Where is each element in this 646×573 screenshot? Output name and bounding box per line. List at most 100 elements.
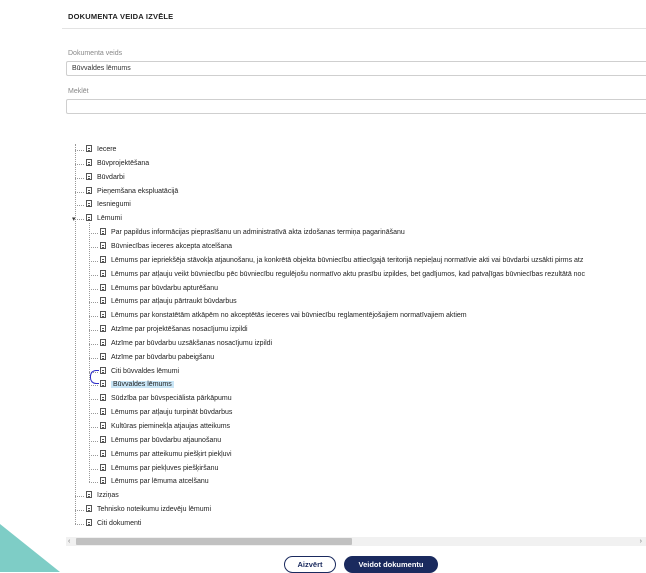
document-icon — [86, 518, 92, 526]
document-icon — [100, 394, 106, 402]
tree-connector — [89, 260, 98, 262]
tree-connector — [89, 427, 98, 428]
tree-node-label: Atzīme par būvdarbu uzsākšanas nosacījum… — [111, 339, 273, 347]
tree-node-child[interactable]: Lēmums par atļauju pārtraukt būvdarbus — [100, 296, 237, 308]
tree-connector — [75, 205, 84, 207]
tree-node-selected[interactable]: Būvvaldes lēmums — [100, 379, 174, 391]
doc-type-select[interactable]: Būvvaldes lēmums — [66, 61, 646, 76]
document-icon — [100, 311, 106, 319]
tree-node-label: Par papildus informācijas pieprasīšanu u… — [111, 229, 405, 237]
document-icon — [86, 172, 92, 180]
tree-connector — [75, 163, 84, 165]
tree-node-label: Pieņemšana ekspluatācijā — [97, 187, 179, 195]
scroll-thumb[interactable] — [76, 538, 352, 545]
tree-node-child[interactable]: Lēmums par būvdarbu apturēšanu — [100, 283, 218, 295]
scroll-left-icon[interactable]: ‹ — [68, 537, 70, 546]
tree-connector — [89, 454, 98, 456]
tree-node-child[interactable]: Lēmums par konstatētām atkāpēm no akcept… — [100, 310, 467, 322]
tree-node-child[interactable]: Atzīme par būvdarbu pabeigšanu — [100, 352, 214, 364]
document-icon — [100, 449, 106, 457]
tree-connector — [89, 343, 98, 345]
tree-node-label: Būvniecības ieceres akcepta atcelšana — [111, 242, 233, 250]
tree-node-label: Citi būvvaldes lēmumi — [111, 367, 180, 375]
scroll-right-icon[interactable]: › — [640, 537, 642, 546]
horizontal-scrollbar[interactable]: ‹ › — [66, 537, 646, 546]
document-icon — [86, 505, 92, 513]
document-icon — [86, 491, 92, 499]
tree-connector — [75, 496, 84, 498]
tree-node-child[interactable]: Lēmums par atļauju turpināt būvdarbus — [100, 407, 232, 419]
tree-node-label: Atzīme par projektēšanas nosacījumu izpi… — [111, 326, 248, 334]
document-icon — [100, 241, 106, 249]
tree-node-child[interactable]: Lēmums par iepriekšēja stāvokļa atjaunoš… — [100, 255, 583, 267]
tree-node-lemumi[interactable]: Lēmumi — [86, 213, 122, 225]
selection-marker — [90, 370, 99, 384]
tree-connector — [89, 246, 98, 248]
tree-node-child[interactable]: Atzīme par projektēšanas nosacījumu izpi… — [100, 324, 248, 336]
tree-node-child[interactable]: Lēmums par lēmuma atcelšanu — [100, 476, 209, 488]
tree-node-child[interactable]: Atzīme par būvdarbu uzsākšanas nosacījum… — [100, 338, 272, 350]
document-icon — [100, 380, 106, 388]
tree-node-child[interactable]: Būvniecības ieceres akcepta atcelšana — [100, 241, 232, 253]
tree-node-top[interactable]: Iecere — [86, 144, 116, 156]
tree-node-label: Lēmums par atļauju turpināt būvdarbus — [111, 409, 233, 417]
document-icon — [100, 297, 106, 305]
tree-node-label: Lēmums par piekļuves piešķiršanu — [111, 464, 219, 472]
tree-node-top[interactable]: Būvprojektēšana — [86, 158, 149, 170]
tree-connector — [89, 302, 98, 304]
document-icon — [86, 145, 92, 152]
tree-connector — [75, 523, 84, 525]
tree-guide-line — [89, 223, 90, 483]
search-input[interactable] — [66, 99, 646, 114]
search-label: Meklēt — [68, 88, 89, 95]
doc-type-label: Dokumenta veids — [68, 50, 123, 57]
tree-node-child[interactable]: Kultūras pieminekļa atjaujas atteikums — [100, 421, 230, 433]
tree-node-top[interactable]: Pieņemšana ekspluatācijā — [86, 186, 178, 198]
document-icon — [100, 463, 106, 471]
tree-node-child[interactable]: Par papildus informācijas pieprasīšanu u… — [100, 227, 405, 239]
document-icon — [86, 158, 92, 166]
tree-connector — [89, 440, 98, 442]
document-icon — [100, 338, 106, 346]
tree-node-child[interactable]: Lēmums par atļauju veikt būvniecību pēc … — [100, 269, 585, 281]
document-icon — [100, 422, 106, 429]
tree-node-top[interactable]: Iesniegumi — [86, 199, 131, 211]
tree-node-child[interactable]: Citi būvvaldes lēmumi — [100, 366, 179, 378]
tree-node-label: Lēmums par iepriekšēja stāvokļa atjaunoš… — [111, 256, 584, 264]
document-icon — [100, 477, 106, 485]
tree-node-child[interactable]: Sūdzība par būvspeciālista pārkāpumu — [100, 393, 232, 405]
tree-node-label: Lēmums par konstatētām atkāpēm no akcept… — [111, 312, 467, 320]
tree-node-label: Citi dokumenti — [97, 519, 142, 527]
document-icon — [86, 186, 92, 194]
tree-connector — [89, 274, 98, 276]
tree-node-top[interactable]: Tehnisko noteikumu izdevēju lēmumi — [86, 504, 211, 516]
document-icon — [100, 269, 106, 277]
corner-decoration — [0, 524, 60, 572]
document-icon — [86, 200, 92, 208]
tree-connector — [75, 510, 84, 512]
tree-node-label: Izziņas — [97, 492, 119, 500]
tree-node-top[interactable]: Būvdarbi — [86, 172, 125, 184]
tree-node-child[interactable]: Lēmums par atteikumu piešķirt piekļuvi — [100, 449, 232, 461]
document-icon — [100, 366, 106, 374]
tree-connector — [89, 385, 98, 387]
tree-node-top[interactable]: Izziņas — [86, 490, 119, 502]
document-icon — [100, 408, 106, 416]
tree-node-top[interactable]: Citi dokumenti — [86, 518, 141, 530]
document-icon — [100, 325, 106, 333]
tree-connector — [89, 233, 98, 235]
close-button[interactable]: Aizvērt — [284, 556, 336, 573]
tree-node-label: Lēmums par atteikumu piešķirt piekļuvi — [111, 450, 232, 458]
tree-guide-line — [75, 144, 76, 524]
create-document-button[interactable]: Veidot dokumentu — [344, 556, 438, 573]
tree-node-label: Būvprojektēšana — [97, 159, 150, 167]
document-icon — [86, 214, 92, 222]
tree-node-label: Kultūras pieminekļa atjaujas atteikums — [111, 423, 231, 430]
tree-node-label: Lēmums par atļauju veikt būvniecību pēc … — [111, 270, 585, 278]
tree-node-child[interactable]: Lēmums par būvdarbu atjaunošanu — [100, 435, 221, 447]
tree-node-label: Iecere — [97, 146, 117, 153]
tree-connector — [89, 399, 98, 401]
tree-node-label: Sūdzība par būvspeciālista pārkāpumu — [111, 395, 232, 403]
dialog-title: DOKUMENTA VEIDA IZVĒLE — [68, 12, 174, 21]
tree-node-child[interactable]: Lēmums par piekļuves piešķiršanu — [100, 463, 218, 475]
